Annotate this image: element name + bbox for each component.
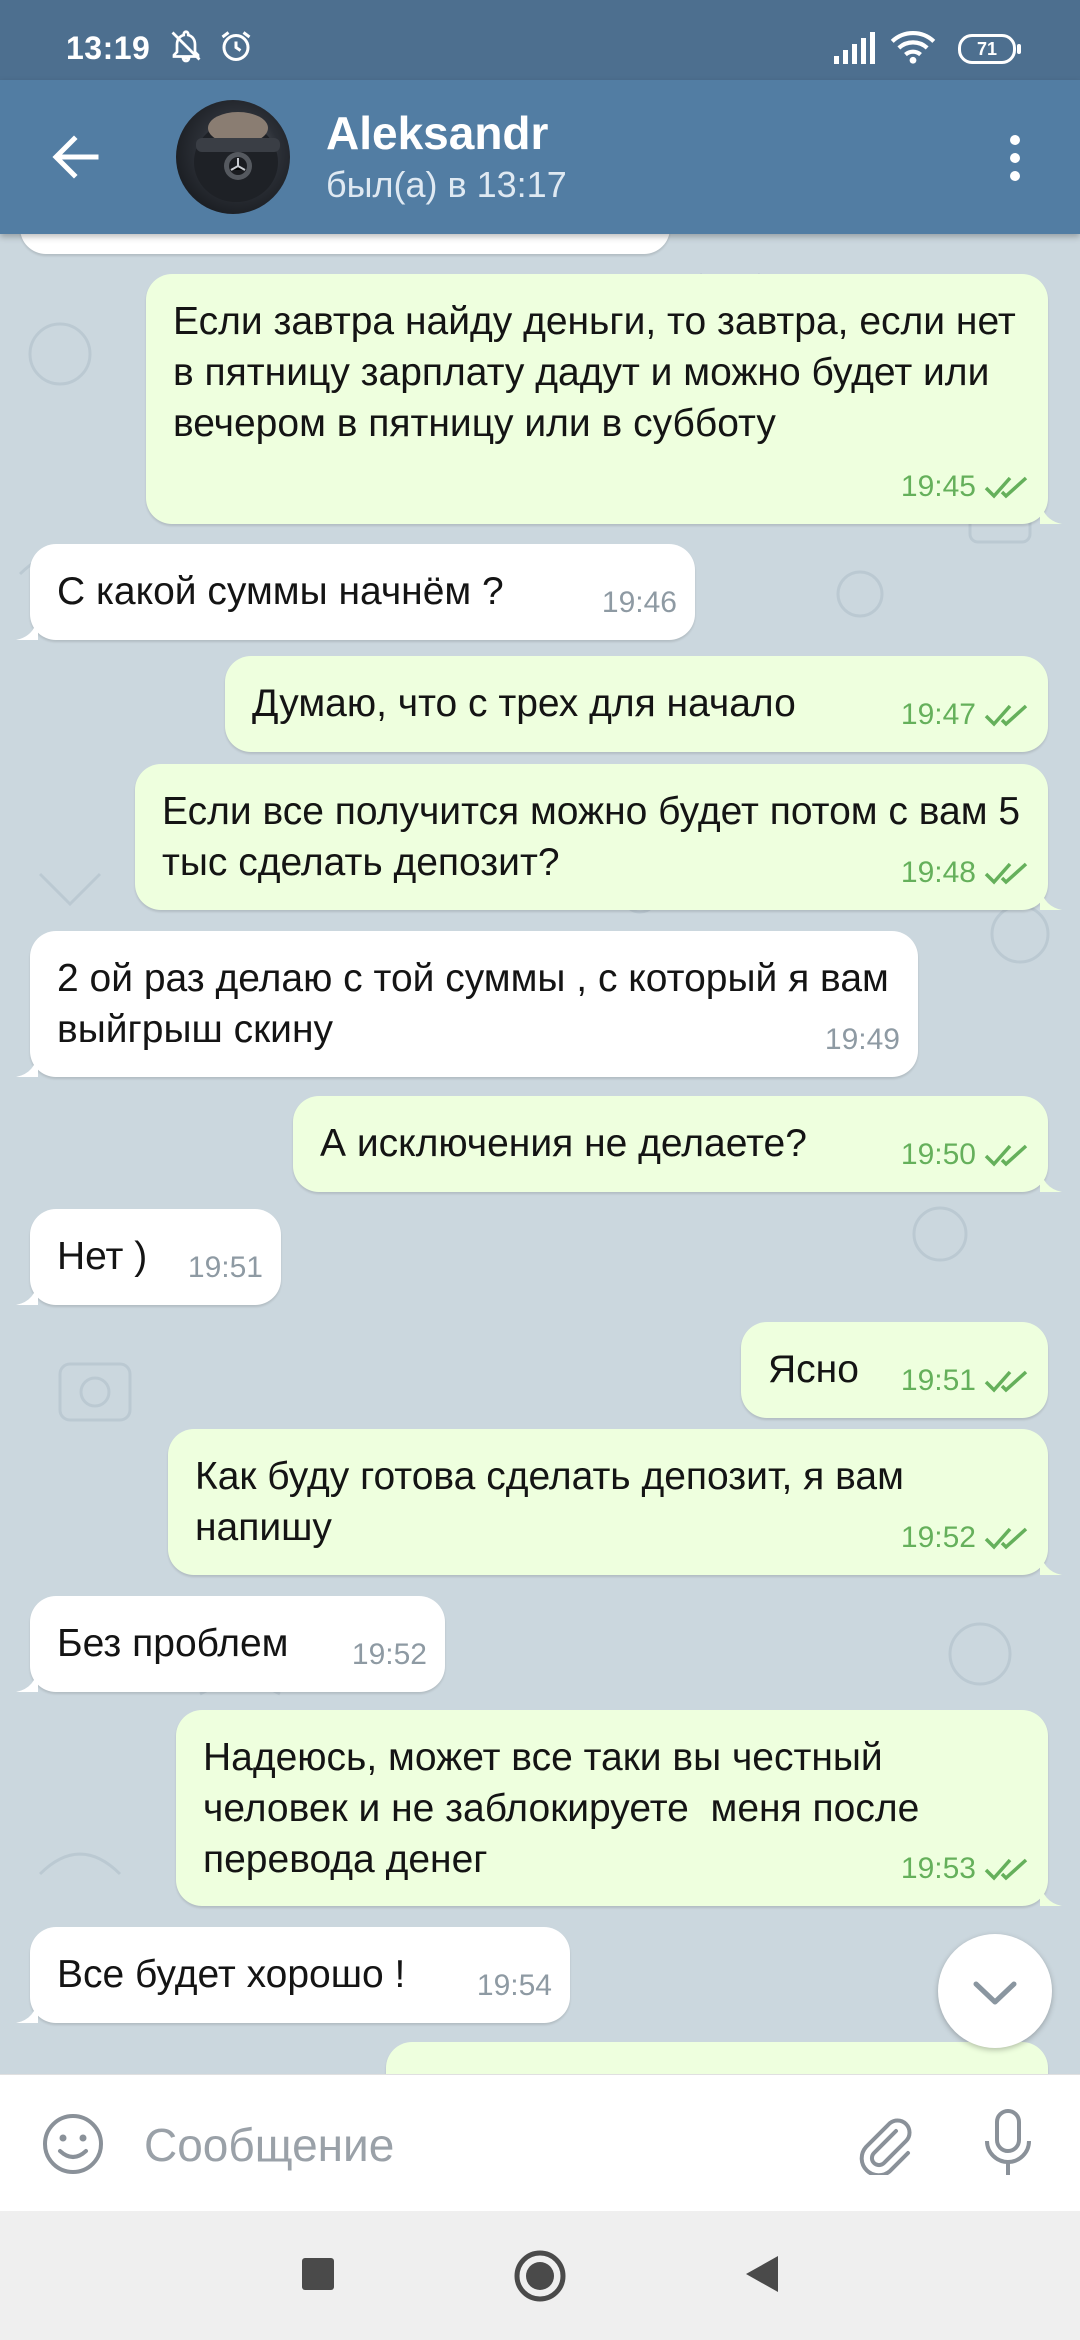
message-time: 19:47: [900, 698, 976, 731]
message-time: 19:48: [900, 856, 976, 889]
emoji-icon[interactable]: [40, 2111, 106, 2177]
back-arrow-icon[interactable]: [44, 125, 108, 189]
message-bubble[interactable]: Надеюсь, может все таки вы честный челов…: [176, 1710, 1062, 1906]
message-time: 19:54: [476, 1969, 552, 2002]
message-bubble[interactable]: 2 ой раз делаю с той суммы , с который я…: [16, 931, 918, 1077]
message-bubble[interactable]: Если завтра найду деньги, то завтра, есл…: [146, 274, 1062, 524]
message-meta: 19:52: [352, 1629, 427, 1680]
more-options-icon[interactable]: [1000, 126, 1030, 190]
message-bubble[interactable]: Все будет хорошо ! 19:54: [16, 1927, 570, 2023]
recent-apps-icon[interactable]: [296, 2252, 340, 2296]
status-time: 13:19: [66, 30, 151, 66]
bubble-tail: [1040, 1166, 1062, 1192]
contact-name: Aleksandr: [326, 107, 549, 159]
home-icon[interactable]: [512, 2248, 568, 2304]
message-time: 19:45: [900, 470, 976, 503]
message-time: 19:50: [900, 1138, 976, 1171]
chevron-down-icon: [973, 1981, 1017, 2005]
message-bubble[interactable]: Без проблем 19:52: [16, 1596, 445, 1692]
message-text: С какой суммы начнём ?: [57, 570, 504, 613]
message-text: Если все получится можно будет потом с в…: [162, 790, 1031, 884]
message-time: 19:53: [900, 1852, 976, 1885]
chat-header: Aleksandr был(а) в 13:17: [0, 80, 1080, 234]
message-time: 19:51: [900, 1364, 976, 1397]
message-meta: 19:49: [825, 1014, 900, 1065]
message-time: 19:52: [351, 1638, 427, 1671]
message-text: Как буду готова сделать депозит, я вам н…: [195, 1455, 915, 1549]
message-text: Если завтра найду деньги, то завтра, есл…: [173, 300, 1027, 445]
bubble-tail: [16, 1051, 38, 1077]
avatar[interactable]: [176, 100, 290, 214]
message-time: 19:52: [900, 1521, 976, 1554]
back-icon[interactable]: [740, 2252, 784, 2296]
message-meta: 19:45: [901, 461, 1030, 512]
message-input[interactable]: [142, 2113, 806, 2177]
bubble-tail: [16, 1279, 38, 1305]
message-meta: 19:47: [901, 689, 1030, 740]
paperclip-icon[interactable]: [850, 2109, 916, 2175]
double-check-icon: [984, 476, 1028, 499]
message-bubble[interactable]: Как буду готова сделать депозит, я вам н…: [168, 1429, 1062, 1575]
message-bubble[interactable]: Нет ) 19:51: [16, 1209, 281, 1305]
battery-level: 71: [976, 39, 998, 59]
message-meta: 19:48: [901, 847, 1030, 898]
bubble-tail: [1040, 1549, 1062, 1575]
message-text: Надеюсь, может все таки вы честный челов…: [203, 1736, 931, 1881]
message-bubble-partial[interactable]: [20, 234, 670, 254]
double-check-icon: [984, 1527, 1028, 1550]
message-time: 19:51: [187, 1251, 263, 1284]
signal-icon: [834, 32, 875, 64]
bubble-tail: [16, 1666, 38, 1692]
message-time: 19:46: [601, 586, 677, 619]
double-check-icon: [984, 1370, 1028, 1393]
double-check-icon: [984, 1858, 1028, 1881]
scroll-to-bottom-button[interactable]: [938, 1934, 1052, 2048]
message-text: Все будет хорошо !: [57, 1953, 406, 1996]
double-check-icon: [984, 704, 1028, 727]
system-navigation-bar: [0, 2210, 1080, 2340]
message-meta: 19:54: [477, 1960, 552, 2011]
battery-icon: 71: [958, 34, 1021, 64]
message-text: 2 ой раз делаю с той суммы , с который я…: [57, 957, 900, 1051]
message-list[interactable]: Если завтра найду деньги, то завтра, есл…: [0, 234, 1080, 2074]
bubble-tail: [1040, 498, 1062, 524]
bubble-tail: [16, 1997, 38, 2023]
message-bubble[interactable]: Если все получится можно будет потом с в…: [135, 764, 1062, 910]
bubble-tail: [16, 614, 38, 640]
message-meta: 19:50: [901, 1129, 1030, 1180]
message-time: 19:49: [824, 1023, 900, 1056]
bubble-tail: [1040, 1880, 1062, 1906]
message-bubble[interactable]: Ясно 19:51: [741, 1322, 1048, 1418]
microphone-icon[interactable]: [978, 2105, 1038, 2181]
avatar-photo: [194, 112, 280, 202]
message-composer: [0, 2074, 1080, 2211]
message-meta: 19:51: [188, 1242, 263, 1293]
message-meta: 19:51: [901, 1355, 1030, 1406]
double-check-icon: [984, 1144, 1028, 1167]
message-bubble[interactable]: С какой суммы начнём ? 19:46: [16, 544, 695, 640]
alarm-icon: [221, 31, 251, 61]
message-meta: 19:46: [602, 577, 677, 628]
bubble-tail: [1040, 884, 1062, 910]
message-bubble[interactable]: Думаю, что с трех для начало 19:47: [225, 656, 1048, 752]
message-meta: 19:53: [901, 1843, 1030, 1894]
message-meta: 19:52: [901, 1512, 1030, 1563]
bell-off-icon: [171, 30, 201, 63]
status-bar: 13:19 71: [0, 0, 1080, 80]
wifi-icon: [890, 31, 936, 64]
double-check-icon: [984, 862, 1028, 885]
message-bubble[interactable]: А исключения не делаете? 19:50: [293, 1096, 1062, 1192]
last-seen-status: был(а) в 13:17: [326, 164, 567, 205]
